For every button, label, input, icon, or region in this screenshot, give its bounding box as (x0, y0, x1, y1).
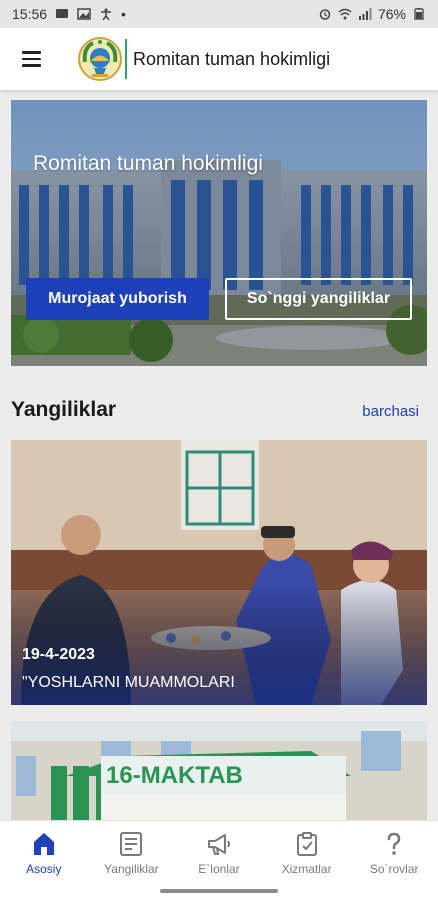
news-section-title: Yangiliklar (11, 398, 117, 421)
news-date: 19-4-2023 (22, 646, 95, 663)
battery-percent: 76% (377, 6, 406, 22)
latest-news-button[interactable]: So`nggi yangiliklar (225, 278, 412, 320)
nav-label: E`lonlar (198, 862, 240, 876)
school-sign: 16-MAKTAB (106, 762, 243, 789)
megaphone-icon (207, 834, 230, 855)
signal-icon (358, 8, 372, 20)
menu-button[interactable] (11, 39, 51, 79)
nav-item-surveys[interactable]: So`rovlar (350, 821, 438, 900)
news-title: "YOSHLARNI MUAMMOLARI (22, 674, 235, 691)
hero-banner: Romitan tuman hokimligi Murojaat yuboris… (11, 100, 427, 366)
alarm-icon (319, 9, 331, 20)
hamburger-icon (21, 51, 41, 54)
news-card[interactable]: 19-4-2023 "YOSHLARNI MUAMMOLARI (11, 440, 427, 705)
nav-label: Yangiliklar (104, 862, 159, 876)
news-section-header: Yangiliklar barchasi (11, 398, 419, 422)
status-dot: • (121, 6, 126, 22)
wifi-icon (338, 8, 352, 20)
home-indicator[interactable] (160, 889, 278, 893)
accessibility-icon (101, 8, 112, 20)
nav-item-home[interactable]: Asosiy (0, 821, 88, 900)
status-bar: 15:56 • 76% (0, 0, 438, 28)
status-time: 15:56 (12, 6, 48, 22)
news-card[interactable]: 16-MAKTAB (11, 721, 427, 821)
app-title: Romitan tuman hokimligi (133, 48, 331, 69)
see-all-link[interactable]: barchasi (362, 403, 419, 420)
news-icon (120, 832, 143, 856)
nav-label: Asosiy (26, 862, 62, 876)
battery-icon (414, 8, 424, 20)
question-icon (387, 832, 401, 855)
bottom-navigation: Asosiy Yangiliklar E`lonlar Xizmatlar So… (0, 820, 438, 900)
clipboard-icon (296, 832, 317, 856)
nav-label: So`rovlar (369, 862, 419, 876)
hero-title: Romitan tuman hokimligi (33, 152, 263, 175)
state-emblem-logo (78, 37, 122, 81)
news-photo (11, 440, 427, 705)
send-appeal-button[interactable]: Murojaat yuborish (26, 278, 209, 320)
app-bar: Romitan tuman hokimligi (0, 28, 438, 90)
title-divider (125, 39, 127, 79)
news-photo: 16-MAKTAB (11, 721, 427, 821)
home-icon (33, 833, 54, 855)
image-icon (77, 8, 91, 20)
message-icon (56, 9, 69, 18)
hero-building-image (11, 100, 427, 366)
nav-label: Xizmatlar (281, 862, 332, 876)
